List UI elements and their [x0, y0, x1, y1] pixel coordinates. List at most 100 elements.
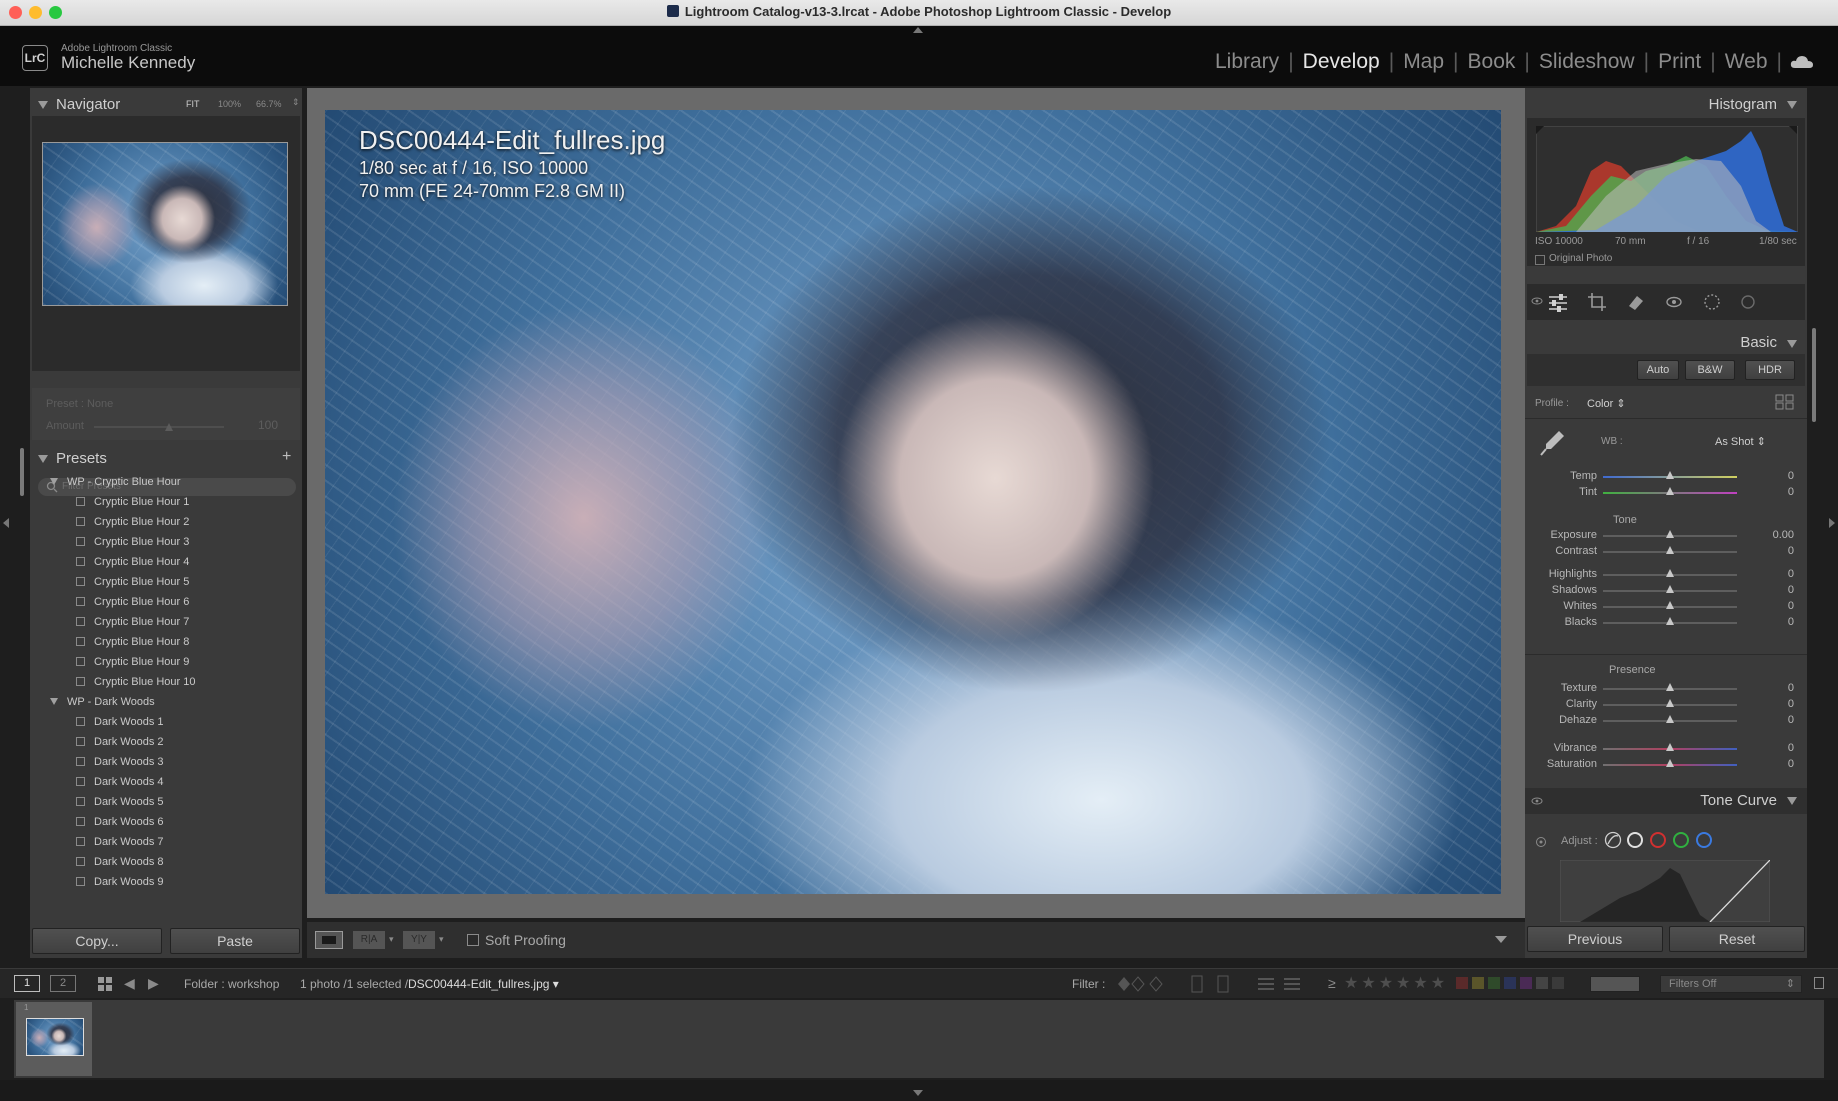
left-panel-scrollbar[interactable] [20, 448, 24, 496]
slider-value[interactable]: 0 [1788, 486, 1794, 498]
module-web[interactable]: Web [1716, 50, 1777, 74]
copy-status-filter-icons[interactable] [1190, 974, 1234, 994]
preset-item[interactable]: Dark Woods 6 [76, 816, 164, 836]
amount-slider-knob[interactable] [165, 423, 173, 431]
custom-label-swatch[interactable] [1536, 977, 1548, 989]
slider-knob[interactable] [1666, 617, 1674, 625]
secondary-window-button[interactable]: 2 [50, 975, 76, 992]
blue-channel-icon[interactable] [1696, 832, 1712, 848]
parametric-curve-icon[interactable] [1604, 831, 1622, 849]
before-after-swap-button[interactable]: Y|Y [403, 931, 435, 949]
main-photo[interactable]: DSC00444-Edit_fullres.jpg 1/80 sec at f … [325, 110, 1501, 894]
slider-saturation[interactable]: Saturation 0 [1525, 756, 1807, 774]
histogram-box[interactable]: ISO 10000 70 mm f / 16 1/80 sec Original… [1527, 118, 1805, 266]
preset-item[interactable]: Cryptic Blue Hour 5 [76, 576, 189, 596]
zoom-66[interactable]: 66.7% [256, 99, 282, 109]
swap-dropdown-icon[interactable]: ▾ [439, 934, 444, 945]
bw-button[interactable]: B&W [1685, 360, 1735, 380]
preset-item[interactable]: Dark Woods 9 [76, 876, 164, 896]
preset-item[interactable]: Dark Woods 1 [76, 716, 164, 736]
collapse-triangle-icon[interactable] [1787, 340, 1797, 348]
filmstrip-toggle-icon[interactable] [913, 1090, 923, 1096]
module-print[interactable]: Print [1649, 50, 1710, 74]
slider-knob[interactable] [1666, 715, 1674, 723]
left-panel-toggle-icon[interactable] [3, 518, 9, 528]
filmstrip-thumbnail[interactable] [26, 1018, 84, 1056]
yellow-label-swatch[interactable] [1472, 977, 1484, 989]
slider-value[interactable]: 0 [1788, 758, 1794, 770]
purple-label-swatch[interactable] [1520, 977, 1532, 989]
histogram-header[interactable]: Histogram [1525, 92, 1807, 118]
zoom-dropdown-icon[interactable]: ⇕ [292, 97, 300, 108]
hdr-button[interactable]: HDR [1745, 360, 1795, 380]
shadow-clipping-icon[interactable] [1536, 126, 1544, 134]
histogram-graph[interactable] [1536, 126, 1798, 232]
preset-item[interactable]: Cryptic Blue Hour 3 [76, 536, 189, 556]
navigator-thumbnail[interactable] [42, 142, 288, 306]
previous-button[interactable]: Previous [1527, 926, 1663, 952]
loupe-view[interactable]: DSC00444-Edit_fullres.jpg 1/80 sec at f … [307, 88, 1525, 918]
slider-knob[interactable] [1666, 471, 1674, 479]
next-photo-icon[interactable]: ▶ [148, 975, 159, 992]
basic-header[interactable] [1525, 296, 1797, 322]
tone-curve-header[interactable]: Tone Curve [1525, 788, 1807, 814]
filter-lock-icon[interactable] [1814, 977, 1824, 989]
slider-knob[interactable] [1666, 585, 1674, 593]
zoom-100[interactable]: 100% [218, 99, 241, 109]
edit-filter-icons[interactable] [1256, 975, 1302, 993]
loupe-view-button[interactable] [315, 931, 343, 949]
panel-visibility-icon[interactable] [1531, 797, 1543, 805]
slider-value[interactable]: 0 [1788, 698, 1794, 710]
no-label-swatch[interactable] [1552, 977, 1564, 989]
preset-item[interactable]: Dark Woods 4 [76, 776, 164, 796]
slider-blacks[interactable]: Blacks 0 [1525, 614, 1807, 632]
flag-filter-icons[interactable] [1116, 975, 1172, 993]
slider-knob[interactable] [1666, 601, 1674, 609]
add-preset-icon[interactable]: + [282, 448, 291, 466]
module-develop[interactable]: Develop [1294, 50, 1389, 74]
module-slideshow[interactable]: Slideshow [1530, 50, 1644, 74]
reset-button[interactable]: Reset [1669, 926, 1805, 952]
green-channel-icon[interactable] [1673, 832, 1689, 848]
preset-item[interactable]: Dark Woods 3 [76, 756, 164, 776]
slider-knob[interactable] [1666, 530, 1674, 538]
collapse-triangle-icon[interactable] [1787, 101, 1797, 109]
point-curve-rgb-icon[interactable] [1627, 832, 1643, 848]
panel-visibility-icon[interactable] [1531, 297, 1543, 305]
preset-item[interactable]: Cryptic Blue Hour 10 [76, 676, 196, 696]
slider-value[interactable]: 0 [1788, 470, 1794, 482]
wb-dropdown[interactable]: As Shot ⇕ [1715, 435, 1766, 448]
profile-dropdown[interactable]: Color ⇕ [1587, 397, 1626, 410]
folder-source[interactable]: Folder : workshop [184, 977, 279, 991]
slider-value[interactable]: 0 [1788, 616, 1794, 628]
highlight-clipping-icon[interactable] [1789, 126, 1797, 134]
right-panel-scrollbar[interactable] [1812, 328, 1816, 422]
filter-mode-toggle[interactable] [1590, 976, 1640, 992]
blue-label-swatch[interactable] [1504, 977, 1516, 989]
slider-value[interactable]: 0 [1788, 742, 1794, 754]
folder-triangle-icon[interactable] [50, 698, 58, 705]
preset-item[interactable]: Dark Woods 7 [76, 836, 164, 856]
preset-item[interactable]: Cryptic Blue Hour 1 [76, 496, 189, 516]
toolbar-content-dropdown-icon[interactable] [1495, 936, 1507, 943]
preset-item[interactable]: Cryptic Blue Hour 7 [76, 616, 189, 636]
previous-photo-icon[interactable]: ◀ [124, 975, 135, 992]
slider-value[interactable]: 0 [1788, 600, 1794, 612]
slider-knob[interactable] [1666, 546, 1674, 554]
targeted-adjustment-icon[interactable] [1535, 836, 1547, 848]
slider-dehaze[interactable]: Dehaze 0 [1525, 712, 1807, 730]
navigator-header[interactable]: Navigator FIT 100% 66.7% ⇕ [30, 92, 302, 118]
filter-preset-dropdown[interactable]: Filters Off ⇕ [1660, 975, 1802, 993]
slider-knob[interactable] [1666, 699, 1674, 707]
slider-tint[interactable]: Tint 0 [1525, 484, 1807, 502]
collapse-triangle-icon[interactable] [38, 101, 48, 109]
preset-item[interactable]: Cryptic Blue Hour 8 [76, 636, 189, 656]
preset-item[interactable]: Cryptic Blue Hour 9 [76, 656, 189, 676]
filmstrip-cell[interactable]: 1 [16, 1002, 92, 1076]
right-panel-toggle-icon[interactable] [1829, 518, 1835, 528]
slider-value[interactable]: 0 [1788, 584, 1794, 596]
folder-triangle-icon[interactable] [50, 478, 58, 485]
star-rating-filter[interactable]: ★★★★★★ [1344, 973, 1448, 993]
collapse-triangle-icon[interactable] [1787, 797, 1797, 805]
white-balance-eyedropper-icon[interactable] [1537, 428, 1567, 458]
